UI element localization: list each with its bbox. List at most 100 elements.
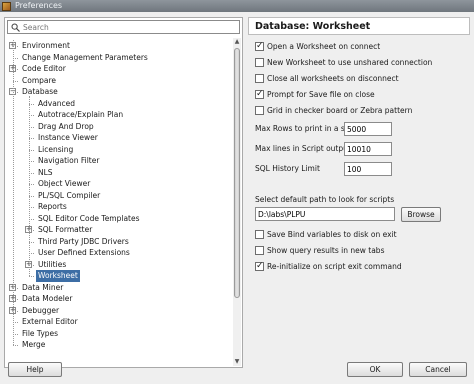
tree-item-instance-viewer[interactable]: Instance Viewer [7,132,232,144]
browse-button[interactable]: Browse [401,207,441,222]
tree-item-label: Data Miner [22,282,64,292]
tree-item-worksheet[interactable]: Worksheet [7,270,232,282]
tree-connector [29,95,30,276]
tree-item-database[interactable]: − Database [7,86,232,98]
option-label: Save Bind variables to disk on exit [267,229,397,239]
tree-item-navigation-filter[interactable]: Navigation Filter [7,155,232,167]
unchecked-checkbox[interactable] [255,73,264,83]
tree-connector [29,276,34,277]
tree-item-label: File Types [22,328,59,338]
tree-item-sql-editor-code-templates[interactable]: SQL Editor Code Templates [7,213,232,225]
unchecked-checkbox[interactable] [255,229,264,239]
tree-item-object-viewer[interactable]: Object Viewer [7,178,232,190]
tree-item-advanced[interactable]: Advanced [7,98,232,110]
unchecked-checkbox[interactable] [255,105,264,115]
tree-item-change-management-parameters[interactable]: Change Management Parameters [7,52,232,64]
option-row[interactable]: Prompt for Save file on close [255,88,375,100]
search-input[interactable] [23,22,233,32]
tree-item-label: NLS [38,167,53,177]
tree-item-licensing[interactable]: Licensing [7,144,232,156]
tree-item-label: Utilities [38,259,67,269]
field-label: Max lines in Script output [255,144,351,153]
option-row[interactable]: Re-initialize on script exit command [255,260,402,272]
checked-checkbox[interactable] [255,89,264,99]
tree-item-utilities[interactable]: + Utilities [7,259,232,271]
tree-item-label: Merge [22,340,46,349]
tree-item-label: PL/SQL Compiler [38,190,101,200]
tree-item-label: User Defined Extensions [38,248,130,257]
cancel-button[interactable]: Cancel [409,362,467,377]
option-row[interactable]: Save Bind variables to disk on exit [255,228,397,240]
tree-item-label: External Editor [22,317,78,326]
search-box[interactable] [7,20,240,34]
option-label: Re-initialize on script exit command [267,261,402,271]
tree-item-pl-sql-compiler[interactable]: PL/SQL Compiler [7,190,232,202]
scroll-down-arrow-icon[interactable]: ▼ [233,358,241,366]
checked-checkbox[interactable] [255,261,264,271]
tree-item-third-party-jdbc-drivers[interactable]: Third Party JDBC Drivers [7,236,232,248]
option-row[interactable]: Open a Worksheet on connect [255,40,380,52]
tree-item-merge[interactable]: Merge [7,339,232,351]
tree-item-label: Drag And Drop [38,121,94,131]
window-title: Preferences [15,1,63,10]
option-row[interactable]: New Worksheet to use unshared connection [255,56,432,68]
default-path-label: Select default path to look for scripts [255,195,395,204]
option-row[interactable]: Close all worksheets on disconnect [255,72,399,84]
tree-item-label: Navigation Filter [38,156,100,165]
tree-item-label: Third Party JDBC Drivers [38,236,129,246]
preferences-tree: + Environment Change Management Parameters… [7,40,232,366]
app-icon [2,1,11,11]
option-label: Close all worksheets on disconnect [267,73,399,83]
unchecked-checkbox[interactable] [255,57,264,67]
tree-item-label: Database [22,87,58,96]
scroll-thumb[interactable] [234,48,240,298]
tree-item-label: Advanced [38,98,76,108]
tree-scrollbar[interactable]: ▲ ▼ [233,38,241,366]
tree-item-label: Environment [22,41,70,50]
tree-item-label: Worksheet [36,270,80,282]
tree-item-user-defined-extensions[interactable]: User Defined Extensions [7,247,232,259]
tree-item-reports[interactable]: Reports [7,201,232,213]
scroll-up-arrow-icon[interactable]: ▲ [233,38,241,46]
tree-item-label: Code Editor [22,64,66,73]
tree-item-sql-formatter[interactable]: + SQL Formatter [7,224,232,236]
option-label: Open a Worksheet on connect [267,41,381,51]
tree-item-environment[interactable]: + Environment [7,40,232,52]
tree-item-debugger[interactable]: + Debugger [7,305,232,317]
tree-item-label: SQL Formatter [38,225,93,234]
tree-item-label: Object Viewer [38,179,91,188]
tree-item-code-editor[interactable]: + Code Editor [7,63,232,75]
tree-item-nls[interactable]: NLS [7,167,232,179]
tree-item-file-types[interactable]: File Types [7,328,232,340]
tree-item-label: Change Management Parameters [22,52,148,62]
tree-connector [13,345,18,346]
option-label: New Worksheet to use unshared connection [267,57,433,67]
tree-item-data-miner[interactable]: + Data Miner [7,282,232,294]
checked-checkbox[interactable] [255,41,264,51]
tree-item-compare[interactable]: Compare [7,75,232,87]
help-button[interactable]: Help [8,362,62,377]
option-row[interactable]: Show query results in new tabs [255,244,384,256]
tree-item-label: Reports [38,202,67,211]
field-input[interactable] [344,162,392,176]
tree-item-label: Compare [22,75,57,85]
tree-item-label: SQL Editor Code Templates [38,213,140,223]
panel-title: Database: Worksheet [248,17,470,35]
field-input[interactable] [344,122,392,136]
tree-item-drag-and-drop[interactable]: Drag And Drop [7,121,232,133]
default-path-input[interactable] [255,207,395,221]
tree-item-label: Data Modeler [22,294,73,303]
ok-button[interactable]: OK [347,362,403,377]
settings-pane: Database: Worksheet Open a Worksheet on … [248,17,470,368]
unchecked-checkbox[interactable] [255,245,264,255]
tree-item-label: Instance Viewer [38,133,98,142]
tree-item-autotrace-explain-plan[interactable]: Autotrace/Explain Plan [7,109,232,121]
navigation-pane: +EnvironmentChange Management Parameters… [4,17,243,368]
option-label: Prompt for Save file on close [267,89,375,99]
tree-item-data-modeler[interactable]: + Data Modeler [7,293,232,305]
option-label: Grid in checker board or Zebra pattern [267,105,413,115]
option-row[interactable]: Grid in checker board or Zebra pattern [255,104,412,116]
field-input[interactable] [344,142,392,156]
search-icon [11,23,20,32]
tree-item-external-editor[interactable]: External Editor [7,316,232,328]
